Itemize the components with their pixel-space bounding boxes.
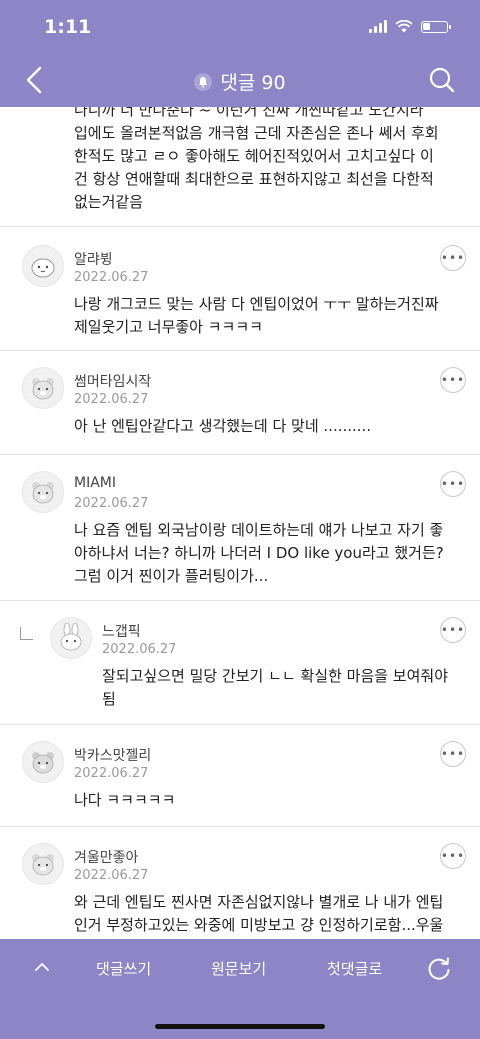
reply-indicator-icon <box>20 627 33 640</box>
comment-date: 2022.06.27 <box>74 270 149 285</box>
home-indicator <box>155 1024 325 1029</box>
comment-text: 잘되고싶으면 밀당 간보기 ㄴㄴ 확실한 마음을 보여줘야 됨 <box>102 667 449 708</box>
bunny-avatar-icon[interactable] <box>50 617 92 659</box>
comment-date: 2022.06.27 <box>102 642 177 657</box>
more-options-button[interactable]: ••• <box>440 367 466 393</box>
scroll-top-chevron-icon[interactable] <box>34 961 50 973</box>
refresh-icon[interactable] <box>426 956 452 982</box>
comment-author[interactable]: MIAMI <box>74 475 116 491</box>
bear-avatar-icon[interactable] <box>22 471 64 513</box>
comment-date: 2022.06.27 <box>74 766 149 781</box>
page-title: 댓글 90 <box>220 72 286 94</box>
status-icons <box>369 20 451 33</box>
more-options-button[interactable]: ••• <box>440 617 466 643</box>
more-options-button[interactable]: ••• <box>440 471 466 497</box>
comment-text: 나다 ㅋㅋㅋㅋㅋ <box>74 791 176 809</box>
comment-item: 알랴뷩 2022.06.27 ••• 나랑 개그코드 맞는 사람 다 엔팁이었어… <box>0 227 480 351</box>
bear-avatar-icon[interactable] <box>22 367 64 409</box>
comment-list[interactable]: 나니까 너 만나준다 ~ 이런거 진짜 개찐따같고 노간지라 입에도 올려본적없… <box>0 107 480 939</box>
bear-avatar-icon[interactable] <box>22 741 64 783</box>
bear-avatar-icon[interactable] <box>22 843 64 885</box>
comment-date: 2022.06.27 <box>74 868 149 883</box>
wifi-icon <box>395 20 413 33</box>
bottom-toolbar: 댓글쓰기 원문보기 첫댓글로 <box>0 939 480 1039</box>
comment-author[interactable]: 느갭픽 <box>102 621 141 641</box>
comment-item: 박카스맛젤리 2022.06.27 ••• 나다 ㅋㅋㅋㅋㅋ <box>0 725 480 827</box>
write-comment-button[interactable]: 댓글쓰기 <box>96 958 151 979</box>
more-options-button[interactable]: ••• <box>440 741 466 767</box>
comment-text: 아 난 엔팁안같다고 생각했는데 다 맞네 .......... <box>74 417 372 435</box>
battery-icon <box>421 20 451 33</box>
comment-item: 겨울만좋아 2022.06.27 ••• 와 근데 엔팁도 찐사면 자존심없지않… <box>0 827 480 939</box>
search-icon[interactable] <box>428 66 456 94</box>
page-title-wrap: 댓글 90 <box>0 68 480 95</box>
comment-author[interactable]: 박카스맛젤리 <box>74 745 151 765</box>
comment-author[interactable]: 알랴뷩 <box>74 249 113 269</box>
more-options-button[interactable]: ••• <box>440 245 466 271</box>
comment-author[interactable]: 썸머타임시작 <box>74 371 151 391</box>
comment-text: 와 근데 엔팁도 찐사면 자존심없지않나 별개로 나 내가 엔팁인거 부정하고있… <box>74 893 444 934</box>
more-options-button[interactable]: ••• <box>440 843 466 869</box>
status-time: 1:11 <box>44 16 92 38</box>
status-bar: 1:11 <box>0 0 480 50</box>
comment-item: MIAMI 2022.06.27 ••• 나 요즘 엔팁 외국남이랑 데이트하는… <box>0 455 480 601</box>
reply-item: 느갭픽 2022.06.27 ••• 잘되고싶으면 밀당 간보기 ㄴㄴ 확실한 … <box>0 601 480 725</box>
comment-date: 2022.06.27 <box>74 392 149 407</box>
comment-text: 나 요즘 엔팁 외국남이랑 데이트하는데 얘가 나보고 자기 좋아하냐서 너는?… <box>74 521 444 585</box>
view-original-button[interactable]: 원문보기 <box>211 958 266 979</box>
bell-icon <box>194 72 213 91</box>
comment-text: 나니까 너 만나준다 ~ 이런거 진짜 개찐따같고 노간지라 입에도 올려본적없… <box>0 107 480 227</box>
nav-bar: 댓글 90 <box>0 52 480 107</box>
comment-date: 2022.06.27 <box>74 496 149 511</box>
comment-text: 나랑 개그코드 맞는 사람 다 엔팁이었어 ㅜㅜ 말하는거진짜 제일웃기고 너무… <box>74 295 439 336</box>
first-comment-button[interactable]: 첫댓글로 <box>327 958 382 979</box>
cellular-signal-icon <box>369 20 387 33</box>
blob-avatar-icon[interactable] <box>22 245 64 287</box>
comment-item: 썸머타임시작 2022.06.27 ••• 아 난 엔팁안같다고 생각했는데 다… <box>0 351 480 455</box>
comment-author[interactable]: 겨울만좋아 <box>74 847 138 867</box>
app-header: 1:11 댓글 90 <box>0 0 480 107</box>
